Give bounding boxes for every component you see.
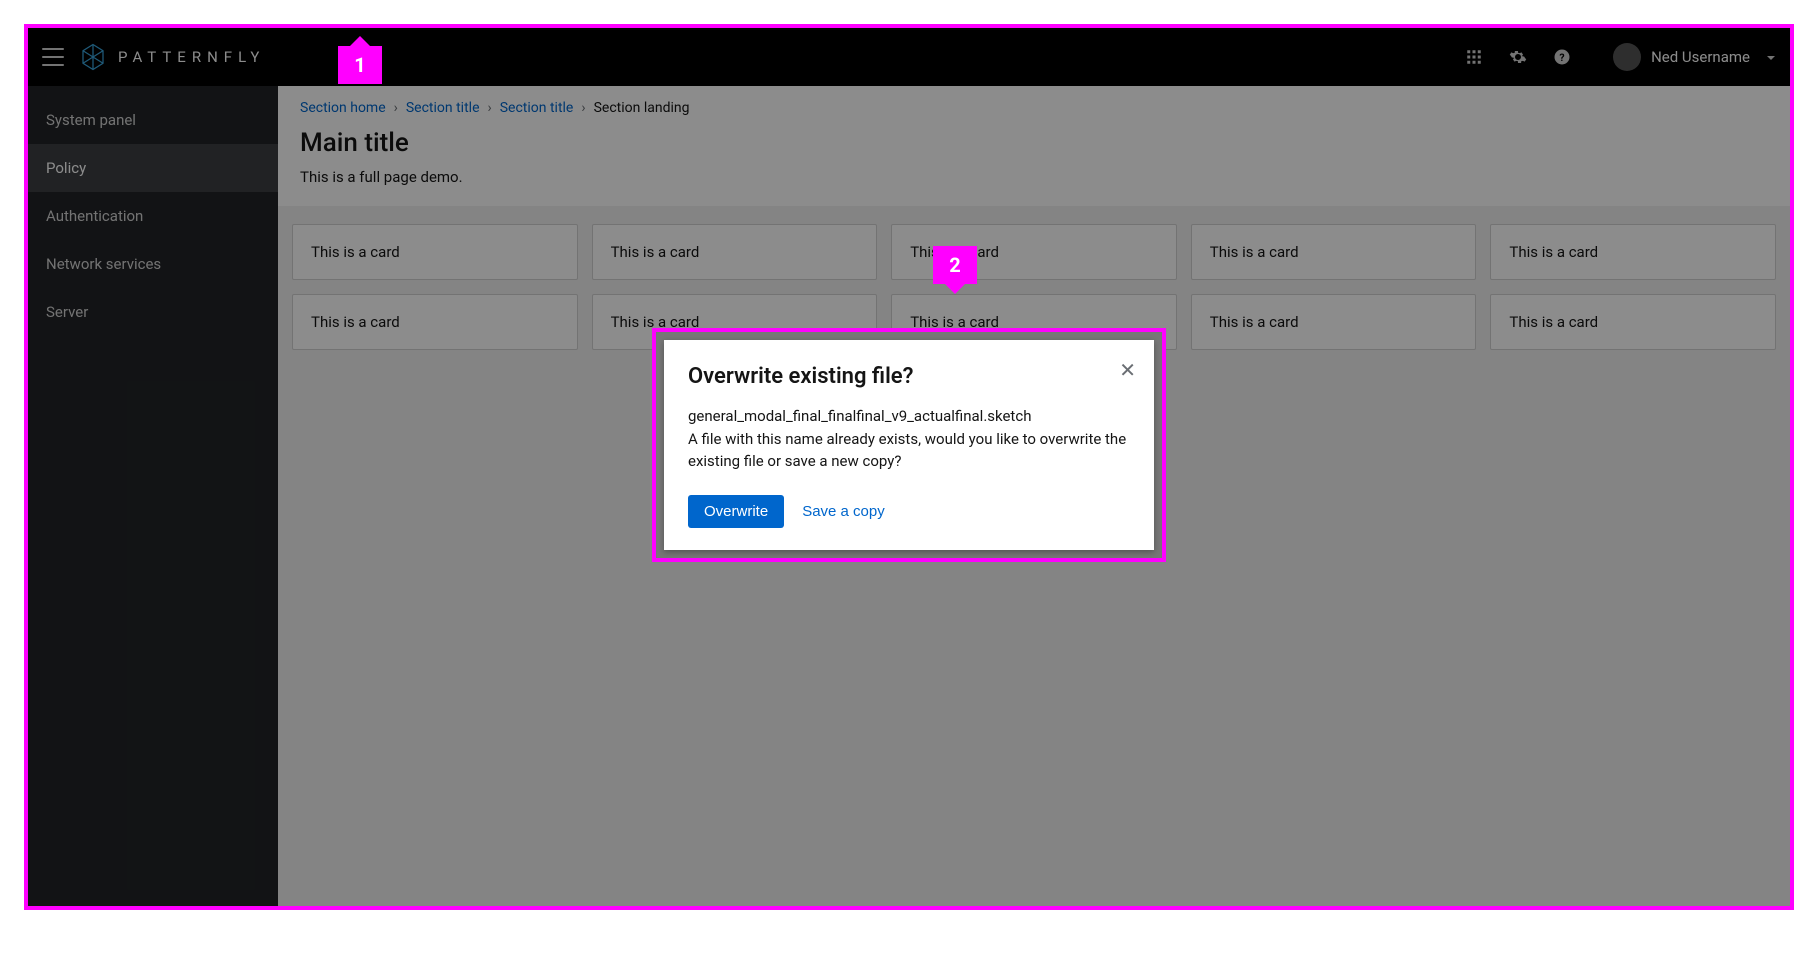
save-copy-button[interactable]: Save a copy (802, 503, 885, 520)
annotation-callout-2: 2 (933, 246, 977, 284)
annotation-callout-1: 1 (338, 46, 382, 84)
modal-filename: general_modal_final_finalfinal_v9_actual… (688, 405, 1130, 428)
modal-message: A file with this name already exists, wo… (688, 428, 1130, 473)
close-icon[interactable]: ✕ (1119, 360, 1136, 380)
overwrite-button[interactable]: Overwrite (688, 495, 784, 528)
modal-dialog: Overwrite existing file? ✕ general_modal… (664, 340, 1154, 550)
modal-title: Overwrite existing file? (688, 364, 1130, 389)
annotation-box-2: Overwrite existing file? ✕ general_modal… (652, 328, 1166, 562)
